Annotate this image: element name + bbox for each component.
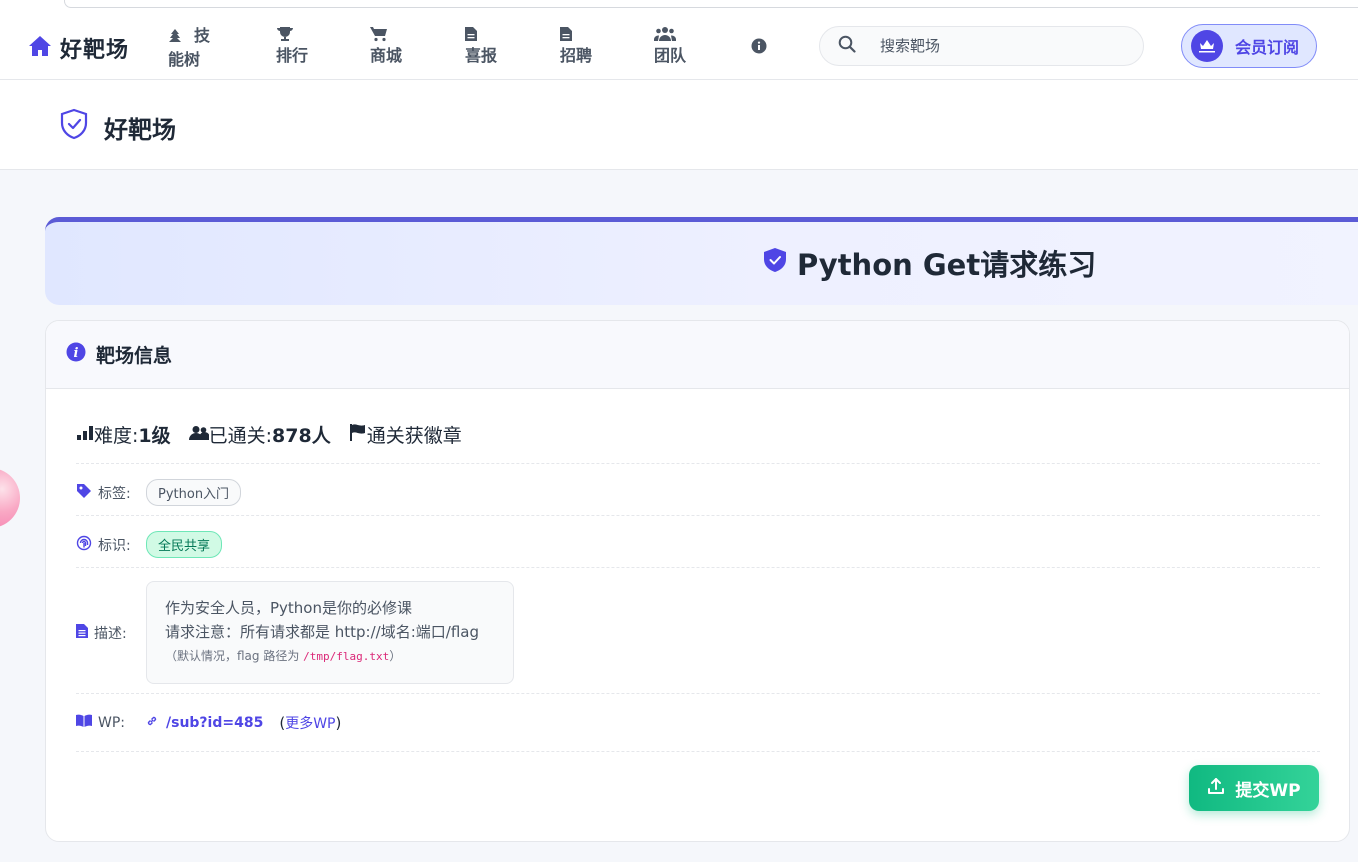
stats-row: 难度: 1级 已通关: 878人 通关获徽章 <box>76 421 480 448</box>
floating-assistant-bubble[interactable] <box>0 468 20 528</box>
home-icon <box>28 35 52 61</box>
difficulty-stat: 难度: 1级 <box>76 421 171 448</box>
difficulty-value: 1级 <box>138 425 171 447</box>
share-badge: 全民共享 <box>146 531 223 558</box>
description-label: 描述: <box>94 625 127 642</box>
document-icon <box>465 24 477 44</box>
users-icon <box>188 424 210 446</box>
shield-check-icon <box>763 246 787 280</box>
info-icon <box>751 36 767 56</box>
member-subscribe-button[interactable]: 会员订阅 <box>1181 24 1317 68</box>
trophy-icon <box>276 24 294 44</box>
more-wp-link[interactable]: 更多WP <box>285 716 335 732</box>
tag-chip[interactable]: Python入门 <box>146 479 242 506</box>
cart-icon <box>370 24 388 44</box>
flag-path: /tmp/flag.txt <box>303 650 390 663</box>
info-icon: i <box>66 342 86 367</box>
document-icon <box>76 623 88 643</box>
description-row: 描述: 作为安全人员，Python是你的必修课 请求注意：所有请求都是 http… <box>76 581 514 684</box>
member-label: 会员订阅 <box>1235 38 1300 57</box>
passed-label: 已通关: <box>208 425 273 447</box>
tags-label: 标签: <box>98 485 131 502</box>
marks-label: 标识: <box>98 537 131 554</box>
paren: ) <box>335 714 342 732</box>
difficulty-label: 难度: <box>94 425 139 447</box>
wp-label: WP: <box>98 715 126 731</box>
nav-recruit[interactable]: 招聘 <box>560 24 592 68</box>
range-info-card: i 靶场信息 难度: 1级 已通关: 878人 通关获徽章 标签: Python… <box>45 320 1350 842</box>
nav-good-news[interactable]: 喜报 <box>465 24 497 68</box>
wp-link[interactable]: /sub?id=485 <box>146 715 263 731</box>
divider <box>76 693 1320 694</box>
page-header: 好靶场 <box>0 80 1358 170</box>
submit-wp-button[interactable]: 提交WP <box>1189 765 1319 811</box>
search-box[interactable] <box>819 26 1144 66</box>
crown-icon <box>1191 30 1223 62</box>
description-line: 请求注意：所有请求都是 http://域名:端口/flag <box>165 623 479 641</box>
address-bar-edge <box>64 0 1358 8</box>
brand-name: 好靶场 <box>60 38 130 63</box>
book-icon <box>76 714 92 732</box>
link-icon <box>146 715 158 731</box>
badge-stat: 通关获徽章 <box>349 421 462 448</box>
upload-icon <box>1207 777 1225 800</box>
page-title: 好靶场 <box>104 115 176 144</box>
badge-label: 通关获徽章 <box>366 425 462 447</box>
tag-icon <box>76 483 92 503</box>
nav-label: 商城 <box>370 46 403 65</box>
brand-logo[interactable]: 好靶场 <box>28 32 129 64</box>
document-icon <box>560 24 572 44</box>
tags-row: 标签: Python入门 <box>76 479 242 506</box>
divider <box>76 463 1320 464</box>
wp-link-text: /sub?id=485 <box>166 715 264 731</box>
passed-stat: 已通关: 878人 <box>188 421 331 448</box>
signal-bars-icon <box>76 424 94 446</box>
description-box: 作为安全人员，Python是你的必修课 请求注意：所有请求都是 http://域… <box>146 581 514 684</box>
challenge-title: Python Get请求练习 <box>797 248 1097 282</box>
nav-label: 喜报 <box>465 46 498 65</box>
fingerprint-icon <box>76 535 92 555</box>
note-text: ） <box>389 649 402 663</box>
nav-skill-tree[interactable]: 技 能树 <box>168 24 210 72</box>
divider <box>76 515 1320 516</box>
nav-about[interactable] <box>751 36 767 56</box>
nav-label: 排行 <box>276 46 309 65</box>
shield-check-icon <box>60 108 88 146</box>
wp-row: WP: /sub?id=485 (更多WP) <box>76 713 341 733</box>
flag-icon <box>349 423 367 446</box>
nav-ranking[interactable]: 排行 <box>276 24 308 68</box>
more-wp: (更多WP) <box>279 713 341 733</box>
nav-label: 技 <box>194 26 211 45</box>
flag-path-note: （默认情况，flag 路径为 /tmp/flag.txt） <box>165 644 495 669</box>
users-icon <box>654 24 676 44</box>
nav-shop[interactable]: 商城 <box>370 24 402 68</box>
card-heading: 靶场信息 <box>96 345 173 367</box>
nav-label: 能树 <box>168 50 201 69</box>
svg-text:i: i <box>74 346 79 361</box>
tree-icon <box>168 26 182 46</box>
submit-label: 提交WP <box>1235 780 1301 801</box>
search-icon <box>838 35 856 57</box>
marks-row: 标识: 全民共享 <box>76 531 223 558</box>
description-line: 作为安全人员，Python是你的必修课 <box>165 599 412 617</box>
top-navbar: 好靶场 技 能树 排行 商城 喜报 招聘 团队 搜索靶场 会员订阅 <box>0 14 1358 80</box>
divider <box>76 567 1320 568</box>
challenge-banner: Python Get请求练习 <box>45 217 1358 305</box>
nav-label: 团队 <box>654 46 687 65</box>
passed-value: 878人 <box>272 425 331 447</box>
browser-top-strip <box>0 0 1358 14</box>
note-text: （默认情况，flag 路径为 <box>165 649 304 663</box>
nav-team[interactable]: 团队 <box>654 24 686 68</box>
divider <box>76 751 1320 752</box>
search-input[interactable] <box>880 37 1120 55</box>
nav-label: 招聘 <box>560 46 593 65</box>
